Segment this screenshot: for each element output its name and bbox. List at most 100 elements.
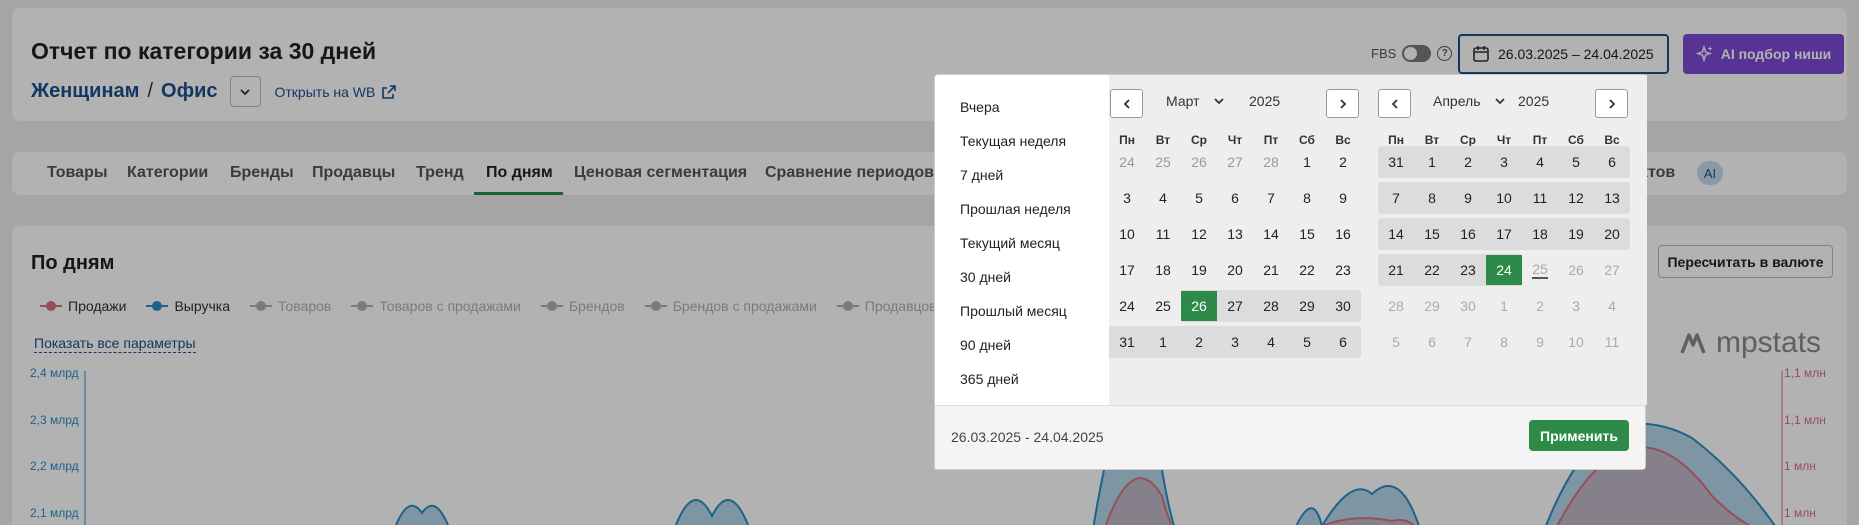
calendar-day[interactable]: 14: [1378, 219, 1414, 249]
calendar-day[interactable]: 16: [1325, 219, 1361, 249]
calendar-day[interactable]: 17: [1109, 255, 1145, 285]
calendar-day[interactable]: 21: [1378, 255, 1414, 285]
calendar-day[interactable]: 25: [1145, 291, 1181, 321]
calendar-day[interactable]: 11: [1522, 183, 1558, 213]
prev-month-button[interactable]: [1110, 89, 1143, 118]
calendar-day[interactable]: 26: [1181, 147, 1217, 177]
calendar-day[interactable]: 1: [1414, 147, 1450, 177]
calendar-day[interactable]: 12: [1558, 183, 1594, 213]
calendar-day[interactable]: 4: [1253, 327, 1289, 357]
calendar-day[interactable]: 27: [1594, 255, 1630, 285]
calendar-day[interactable]: 14: [1253, 219, 1289, 249]
calendar-day[interactable]: 8: [1414, 183, 1450, 213]
calendar-day[interactable]: 22: [1289, 255, 1325, 285]
calendar-day[interactable]: 10: [1109, 219, 1145, 249]
calendar-day[interactable]: 25: [1522, 255, 1558, 285]
calendar-day[interactable]: 5: [1289, 327, 1325, 357]
preset-365-days[interactable]: 365 дней: [960, 371, 1019, 387]
calendar-day[interactable]: 6: [1325, 327, 1361, 357]
calendar-day[interactable]: 19: [1181, 255, 1217, 285]
calendar-day[interactable]: 2: [1325, 147, 1361, 177]
calendar-day[interactable]: 3: [1558, 291, 1594, 321]
calendar-day[interactable]: 22: [1414, 255, 1450, 285]
apply-button[interactable]: Применить: [1529, 420, 1629, 451]
calendar-day[interactable]: 19: [1558, 219, 1594, 249]
calendar-day[interactable]: 5: [1558, 147, 1594, 177]
calendar-day[interactable]: 27: [1217, 291, 1253, 321]
calendar-day[interactable]: 24: [1109, 291, 1145, 321]
calendar-day[interactable]: 6: [1217, 183, 1253, 213]
month-select-right[interactable]: Апрель: [1433, 93, 1505, 109]
prev-month-button[interactable]: [1378, 89, 1411, 118]
calendar-day[interactable]: 8: [1486, 327, 1522, 357]
preset-last-week[interactable]: Прошлая неделя: [960, 201, 1071, 217]
calendar-day[interactable]: 24: [1109, 147, 1145, 177]
preset-yesterday[interactable]: Вчера: [960, 99, 1000, 115]
preset-current-week[interactable]: Текущая неделя: [960, 133, 1066, 149]
calendar-day[interactable]: 7: [1378, 183, 1414, 213]
calendar-day[interactable]: 25: [1145, 147, 1181, 177]
preset-last-month[interactable]: Прошлый месяц: [960, 303, 1067, 319]
calendar-day[interactable]: 28: [1253, 147, 1289, 177]
calendar-day[interactable]: 3: [1486, 147, 1522, 177]
calendar-day[interactable]: 18: [1522, 219, 1558, 249]
year-select-right[interactable]: 2025: [1518, 93, 1549, 109]
calendar-day[interactable]: 26: [1181, 291, 1217, 321]
calendar-day[interactable]: 29: [1414, 291, 1450, 321]
calendar-day[interactable]: 18: [1145, 255, 1181, 285]
calendar-day[interactable]: 13: [1217, 219, 1253, 249]
calendar-day[interactable]: 4: [1594, 291, 1630, 321]
calendar-day[interactable]: 2: [1450, 147, 1486, 177]
calendar-day[interactable]: 15: [1414, 219, 1450, 249]
calendar-day[interactable]: 2: [1522, 291, 1558, 321]
month-select-left[interactable]: Март: [1166, 93, 1224, 109]
calendar-day[interactable]: 9: [1450, 183, 1486, 213]
preset-90-days[interactable]: 90 дней: [960, 337, 1011, 353]
calendar-day[interactable]: 9: [1325, 183, 1361, 213]
calendar-day[interactable]: 2: [1181, 327, 1217, 357]
calendar-day[interactable]: 31: [1378, 147, 1414, 177]
calendar-day[interactable]: 4: [1522, 147, 1558, 177]
calendar-day[interactable]: 28: [1378, 291, 1414, 321]
preset-current-month[interactable]: Текущий месяц: [960, 235, 1060, 251]
calendar-day[interactable]: 10: [1558, 327, 1594, 357]
calendar-day[interactable]: 7: [1450, 327, 1486, 357]
calendar-day[interactable]: 3: [1217, 327, 1253, 357]
calendar-day[interactable]: 27: [1217, 147, 1253, 177]
calendar-day[interactable]: 29: [1289, 291, 1325, 321]
preset-30-days[interactable]: 30 дней: [960, 269, 1011, 285]
next-month-button[interactable]: [1326, 89, 1359, 118]
calendar-day[interactable]: 6: [1414, 327, 1450, 357]
calendar-day[interactable]: 1: [1145, 327, 1181, 357]
calendar-day[interactable]: 6: [1594, 147, 1630, 177]
calendar-day[interactable]: 30: [1450, 291, 1486, 321]
calendar-day[interactable]: 17: [1486, 219, 1522, 249]
calendar-day[interactable]: 15: [1289, 219, 1325, 249]
calendar-day[interactable]: 28: [1253, 291, 1289, 321]
calendar-day[interactable]: 12: [1181, 219, 1217, 249]
calendar-day[interactable]: 1: [1289, 147, 1325, 177]
calendar-day[interactable]: 13: [1594, 183, 1630, 213]
year-select-left[interactable]: 2025: [1249, 93, 1280, 109]
calendar-day[interactable]: 21: [1253, 255, 1289, 285]
calendar-day[interactable]: 16: [1450, 219, 1486, 249]
calendar-day[interactable]: 23: [1325, 255, 1361, 285]
preset-7-days[interactable]: 7 дней: [960, 167, 1003, 183]
calendar-day[interactable]: 31: [1109, 327, 1145, 357]
calendar-day[interactable]: 26: [1558, 255, 1594, 285]
calendar-day[interactable]: 30: [1325, 291, 1361, 321]
calendar-day[interactable]: 20: [1217, 255, 1253, 285]
calendar-day[interactable]: 4: [1145, 183, 1181, 213]
calendar-day[interactable]: 1: [1486, 291, 1522, 321]
calendar-day[interactable]: 7: [1253, 183, 1289, 213]
calendar-day[interactable]: 3: [1109, 183, 1145, 213]
next-month-button[interactable]: [1595, 89, 1628, 118]
calendar-day[interactable]: 8: [1289, 183, 1325, 213]
calendar-day[interactable]: 11: [1594, 327, 1630, 357]
calendar-day[interactable]: 20: [1594, 219, 1630, 249]
calendar-day[interactable]: 9: [1522, 327, 1558, 357]
calendar-day[interactable]: 23: [1450, 255, 1486, 285]
calendar-day[interactable]: 24: [1486, 255, 1522, 285]
calendar-day[interactable]: 5: [1378, 327, 1414, 357]
calendar-day[interactable]: 10: [1486, 183, 1522, 213]
